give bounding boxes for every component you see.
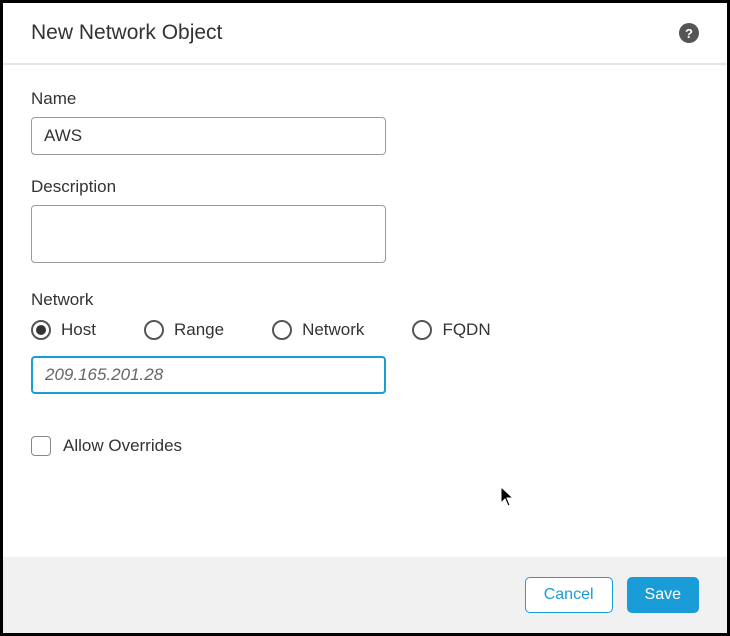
allow-overrides-label: Allow Overrides bbox=[63, 436, 182, 456]
description-label: Description bbox=[31, 177, 699, 197]
network-value-input[interactable] bbox=[31, 356, 386, 394]
description-input[interactable] bbox=[31, 205, 386, 263]
radio-icon bbox=[412, 320, 432, 340]
name-label: Name bbox=[31, 89, 699, 109]
allow-overrides-checkbox[interactable]: Allow Overrides bbox=[31, 436, 699, 456]
help-icon[interactable]: ? bbox=[679, 23, 699, 43]
radio-fqdn[interactable]: FQDN bbox=[412, 320, 490, 340]
dialog-header: New Network Object ? bbox=[3, 3, 727, 65]
radio-host[interactable]: Host bbox=[31, 320, 96, 340]
save-button[interactable]: Save bbox=[627, 577, 699, 613]
checkbox-icon bbox=[31, 436, 51, 456]
network-radio-group: Host Range Network FQDN bbox=[31, 320, 699, 340]
radio-range-label: Range bbox=[174, 320, 224, 340]
network-label: Network bbox=[31, 290, 699, 310]
radio-range[interactable]: Range bbox=[144, 320, 224, 340]
dialog-title: New Network Object bbox=[31, 21, 222, 45]
radio-icon bbox=[272, 320, 292, 340]
radio-icon bbox=[144, 320, 164, 340]
radio-host-label: Host bbox=[61, 320, 96, 340]
description-field-group: Description bbox=[31, 177, 699, 268]
radio-fqdn-label: FQDN bbox=[442, 320, 490, 340]
network-input-wrap bbox=[31, 356, 699, 394]
radio-network-label: Network bbox=[302, 320, 364, 340]
dialog-content: Name Description Network Host Range Netw… bbox=[3, 65, 727, 557]
dialog-footer: Cancel Save bbox=[3, 557, 727, 633]
name-input[interactable] bbox=[31, 117, 386, 155]
cancel-button[interactable]: Cancel bbox=[525, 577, 613, 613]
network-field-group: Network Host Range Network FQDN bbox=[31, 290, 699, 394]
radio-network[interactable]: Network bbox=[272, 320, 364, 340]
radio-icon bbox=[31, 320, 51, 340]
name-field-group: Name bbox=[31, 89, 699, 155]
